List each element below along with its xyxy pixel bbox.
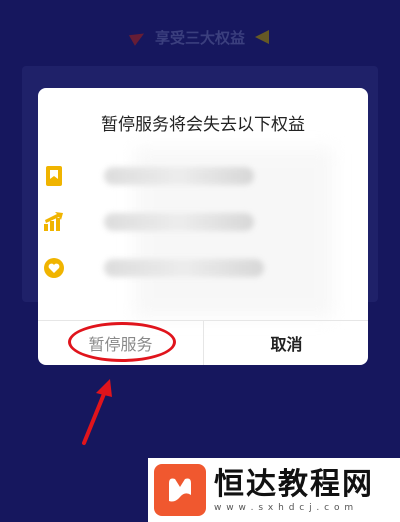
watermark: 恒达教程网 w w w . s x h d c j . c o m	[148, 458, 400, 522]
benefit-row	[44, 254, 284, 282]
signal-bars-icon	[42, 210, 66, 234]
benefit-row	[46, 162, 284, 190]
watermark-name: 恒达教程网	[214, 467, 374, 502]
watermark-url: w w w . s x h d c j . c o m	[214, 503, 355, 513]
annotation-ellipse	[68, 322, 176, 362]
watermark-text: 恒达教程网 w w w . s x h d c j . c o m	[214, 467, 374, 513]
pause-service-dialog: 暂停服务将会失去以下权益 暂停服务 取消	[38, 88, 368, 365]
annotation-arrow	[74, 375, 118, 451]
benefit-row	[44, 208, 284, 236]
benefit-text-blurred	[104, 167, 254, 185]
bookmark-icon	[42, 164, 66, 188]
benefit-text-blurred	[104, 259, 264, 277]
benefit-text-blurred	[104, 213, 254, 231]
dialog-title: 暂停服务将会失去以下权益	[101, 115, 305, 135]
cancel-button[interactable]: 取消	[204, 321, 368, 365]
heart-badge-icon	[42, 256, 66, 280]
watermark-logo	[154, 464, 206, 516]
